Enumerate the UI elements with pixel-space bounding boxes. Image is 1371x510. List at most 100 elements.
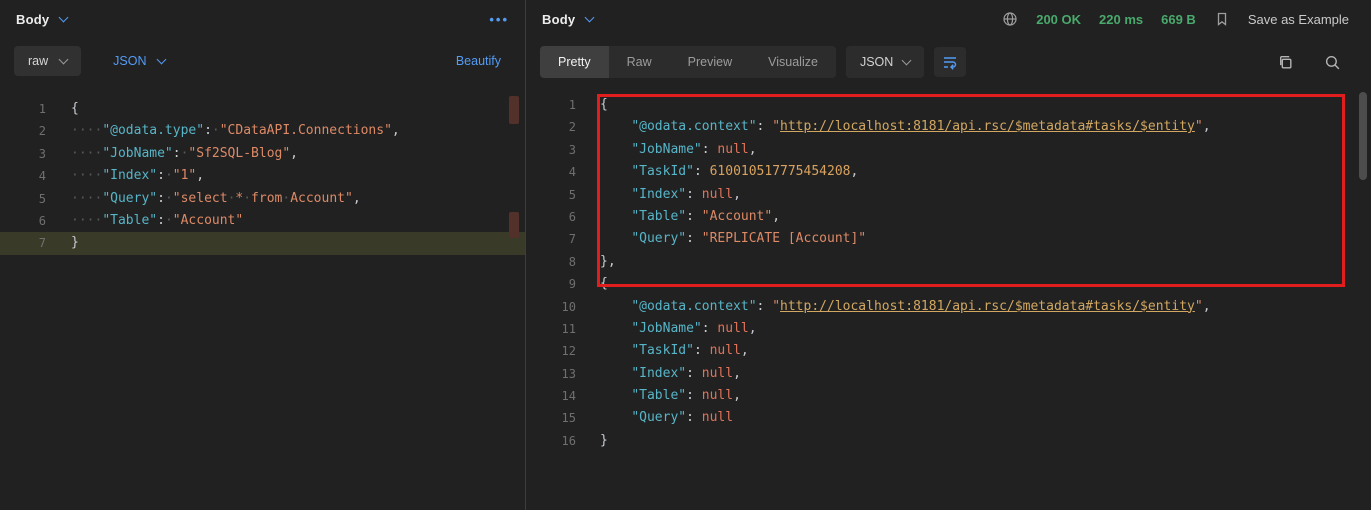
- response-url-link[interactable]: http://localhost:8181/api.rsc/$metadata#…: [780, 119, 1195, 134]
- code-line: 8},: [526, 251, 1371, 273]
- body-type-selector[interactable]: raw: [14, 46, 81, 76]
- code-text: ····"@odata.type":·"CDataAPI.Connections…: [71, 120, 400, 142]
- request-body-panel: Body ••• raw JSON Beautify 1{2····"@odat…: [0, 0, 526, 510]
- code-line: 1{: [526, 94, 1371, 116]
- response-body-title[interactable]: Body: [542, 12, 575, 27]
- code-text: {: [600, 94, 608, 116]
- line-number: 3: [526, 139, 600, 161]
- line-number: 10: [526, 296, 600, 318]
- code-line: 6 "Table": "Account",: [526, 206, 1371, 228]
- code-text: "TaskId": 610010517775454208,: [600, 161, 858, 183]
- tab-raw[interactable]: Raw: [609, 46, 670, 78]
- code-line[interactable]: 3····"JobName":·"Sf2SQL-Blog",: [0, 143, 525, 165]
- chevron-down-icon: [902, 55, 912, 65]
- tab-visualize[interactable]: Visualize: [750, 46, 836, 78]
- code-text: {: [71, 98, 79, 120]
- code-text: ····"JobName":·"Sf2SQL-Blog",: [71, 143, 298, 165]
- code-line[interactable]: 5····"Query":·"select·*·from·Account",: [0, 188, 525, 210]
- code-text: "Index": null,: [600, 363, 741, 385]
- code-line[interactable]: 4····"Index":·"1",: [0, 165, 525, 187]
- response-language-selector[interactable]: JSON: [846, 46, 924, 78]
- response-size[interactable]: 669 B: [1161, 12, 1196, 27]
- code-line: 7 "Query": "REPLICATE [Account]": [526, 228, 1371, 250]
- line-number: 9: [526, 273, 600, 295]
- chevron-down-icon: [59, 54, 69, 64]
- request-body-header: Body •••: [0, 0, 525, 38]
- request-body-toolbar: raw JSON Beautify: [0, 38, 525, 84]
- code-text: "Query": null: [600, 407, 733, 429]
- line-number: 12: [526, 340, 600, 362]
- request-body-title[interactable]: Body: [16, 12, 49, 27]
- code-line[interactable]: 1{: [0, 98, 525, 120]
- globe-icon[interactable]: [1002, 11, 1018, 27]
- response-time[interactable]: 220 ms: [1099, 12, 1143, 27]
- response-url-link[interactable]: http://localhost:8181/api.rsc/$metadata#…: [780, 299, 1195, 314]
- code-line: 15 "Query": null: [526, 407, 1371, 429]
- line-number: 11: [526, 318, 600, 340]
- code-line: 3 "JobName": null,: [526, 139, 1371, 161]
- request-body-selector[interactable]: Body: [16, 12, 67, 27]
- chevron-down-icon: [156, 54, 166, 64]
- line-number: 5: [0, 188, 71, 210]
- code-text: ····"Table":·"Account": [71, 210, 243, 232]
- line-number: 16: [526, 430, 600, 452]
- save-as-example-button[interactable]: Save as Example: [1248, 12, 1349, 27]
- code-text: "JobName": null,: [600, 318, 757, 340]
- code-line: 9{: [526, 273, 1371, 295]
- code-line: 4 "TaskId": 610010517775454208,: [526, 161, 1371, 183]
- copy-icon[interactable]: [1273, 50, 1298, 75]
- status-badge[interactable]: 200 OK: [1036, 12, 1081, 27]
- body-type-value: raw: [28, 54, 48, 68]
- code-text: "@odata.context": "http://localhost:8181…: [600, 296, 1211, 318]
- postman-window: Body ••• raw JSON Beautify 1{2····"@odat…: [0, 0, 1371, 510]
- response-body-viewer: 1{2 "@odata.context": "http://localhost:…: [526, 86, 1371, 510]
- wrap-text-button[interactable]: [934, 47, 966, 77]
- code-text: "@odata.context": "http://localhost:8181…: [600, 116, 1211, 138]
- chevron-down-icon: [585, 12, 595, 22]
- line-number: 15: [526, 407, 600, 429]
- code-text: "Table": null,: [600, 385, 741, 407]
- request-language-selector[interactable]: JSON: [107, 53, 170, 69]
- response-code-lines: 1{2 "@odata.context": "http://localhost:…: [526, 94, 1371, 452]
- response-language-value: JSON: [860, 55, 893, 69]
- line-number: 4: [526, 161, 600, 183]
- editor-scrollbar-thumb[interactable]: [509, 96, 519, 124]
- code-text: "Query": "REPLICATE [Account]": [600, 228, 866, 250]
- code-line: 11 "JobName": null,: [526, 318, 1371, 340]
- line-number: 6: [526, 206, 600, 228]
- line-number: 7: [526, 228, 600, 250]
- line-number: 6: [0, 210, 71, 232]
- response-scrollbar-thumb[interactable]: [1359, 92, 1367, 180]
- code-line: 5 "Index": null,: [526, 184, 1371, 206]
- code-text: }: [600, 430, 608, 452]
- beautify-button[interactable]: Beautify: [456, 54, 501, 68]
- code-text: "Index": null,: [600, 184, 741, 206]
- code-line[interactable]: 2····"@odata.type":·"CDataAPI.Connection…: [0, 120, 525, 142]
- tab-preview[interactable]: Preview: [670, 46, 750, 78]
- code-text: ····"Query":·"select·*·from·Account",: [71, 188, 361, 210]
- line-number: 8: [526, 251, 600, 273]
- line-number: 13: [526, 363, 600, 385]
- more-options-button[interactable]: •••: [489, 12, 509, 27]
- response-body-header: Body 200 OK 220 ms 669 B Save as Exampl: [526, 0, 1371, 38]
- line-number: 4: [0, 165, 71, 187]
- code-line[interactable]: 6····"Table":·"Account": [0, 210, 525, 232]
- code-text: }: [71, 232, 79, 254]
- request-body-editor[interactable]: 1{2····"@odata.type":·"CDataAPI.Connecti…: [0, 84, 525, 510]
- line-number: 7: [0, 232, 71, 254]
- editor-active-line-marker: [509, 212, 519, 238]
- response-view-tabs: PrettyRawPreviewVisualize: [540, 46, 836, 78]
- tab-pretty[interactable]: Pretty: [540, 46, 609, 78]
- response-tabs-row: PrettyRawPreviewVisualize JSON: [526, 38, 1371, 86]
- code-line: 13 "Index": null,: [526, 363, 1371, 385]
- response-meta: 200 OK 220 ms 669 B Save as Example: [1002, 11, 1349, 27]
- code-line[interactable]: 7}: [0, 232, 525, 254]
- code-line: 2 "@odata.context": "http://localhost:81…: [526, 116, 1371, 138]
- code-line: 12 "TaskId": null,: [526, 340, 1371, 362]
- line-number: 1: [0, 98, 71, 120]
- code-text: },: [600, 251, 616, 273]
- code-text: {: [600, 273, 608, 295]
- search-icon[interactable]: [1320, 50, 1345, 75]
- code-line: 14 "Table": null,: [526, 385, 1371, 407]
- response-body-selector[interactable]: Body: [542, 12, 593, 27]
